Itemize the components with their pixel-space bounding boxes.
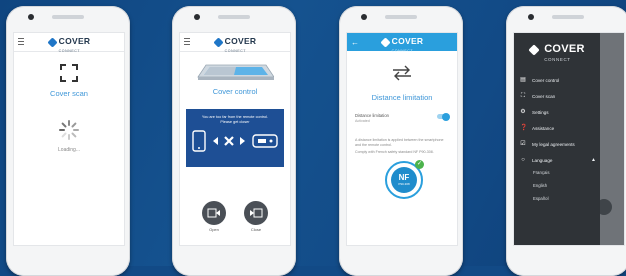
open-cover-icon xyxy=(207,208,220,218)
phone-distance-limitation: ← COVER CONNECT Distance limitation Dist… xyxy=(339,6,463,276)
distance-limitation-setting: Distance limitation Activated xyxy=(355,112,450,123)
speaker-grille xyxy=(552,15,584,19)
hamburger-menu-icon[interactable] xyxy=(18,38,24,45)
brand-logo: COVER CONNECT xyxy=(213,33,257,53)
checkbox-icon: ☑ xyxy=(520,141,526,147)
logo-mark-icon xyxy=(213,36,224,48)
brand-logo: COVER CONNECT xyxy=(528,39,585,62)
setting-label: Distance limitation xyxy=(355,113,389,118)
description-line-2: Comply with French safety standard NF P9… xyxy=(355,150,434,154)
pool-illustration-icon xyxy=(197,64,274,80)
scan-frame-icon xyxy=(60,64,78,82)
camera-dot xyxy=(194,14,200,20)
description-line-1: A distance limitation is applied between… xyxy=(355,138,444,147)
distance-limitation-toggle[interactable] xyxy=(437,112,450,121)
screen: COVER CONNECT Cover scan Loading... xyxy=(13,32,125,246)
pool-icon: ▤ xyxy=(520,77,526,83)
nf-badge-inner: NF P90-308 xyxy=(391,167,417,193)
screen: ← COVER CONNECT Distance limitation Dist… xyxy=(346,32,458,246)
hamburger-menu-icon[interactable] xyxy=(184,38,190,45)
brand-name: COVER xyxy=(544,42,585,55)
camera-dot xyxy=(361,14,367,20)
menu-item-legal-agreements[interactable]: ☑ My legal agreements xyxy=(520,141,575,147)
range-message-line1: You are too far from the remote control. xyxy=(201,115,269,119)
screen: COVER CONNECT ▤ Cover control ⛶ Cover sc… xyxy=(513,32,625,246)
scan-frame-icon: ⛶ xyxy=(520,93,526,99)
range-message-line2: Please get closer xyxy=(220,120,250,124)
swap-arrows-icon xyxy=(393,65,411,81)
smartphone-icon xyxy=(192,130,206,152)
chat-icon: ○ xyxy=(521,157,525,163)
out-of-range-panel: You are too far from the remote control.… xyxy=(186,109,284,167)
navigation-drawer: COVER CONNECT ▤ Cover control ⛶ Cover sc… xyxy=(514,33,600,245)
logo-mark-icon xyxy=(47,36,58,48)
drawer-brand-logo: COVER CONNECT xyxy=(514,33,600,67)
menu-item-assistance[interactable]: ❓ Assistance xyxy=(520,125,554,131)
brand-name: COVER xyxy=(391,36,424,46)
page-title: Cover scan xyxy=(50,89,88,98)
phone-cover-scan: COVER CONNECT Cover scan Loading... xyxy=(6,6,130,276)
gear-icon: ⚙ xyxy=(520,109,526,115)
brand-sub: CONNECT xyxy=(391,49,414,53)
brand-sub: CONNECT xyxy=(58,49,81,53)
menu-item-label: Language xyxy=(532,157,553,163)
checkmark-icon: ✓ xyxy=(415,160,424,169)
menu-item-settings[interactable]: ⚙ Settings xyxy=(520,109,549,115)
menu-item-cover-control[interactable]: ▤ Cover control xyxy=(520,77,559,83)
phone-cover-control: COVER CONNECT Cover control You are too … xyxy=(172,6,296,276)
brand-name: COVER xyxy=(58,36,91,46)
close-button[interactable] xyxy=(244,201,268,225)
language-option-francais[interactable]: Français xyxy=(533,170,549,175)
close-label: Close xyxy=(250,227,262,232)
camera-dot xyxy=(28,14,34,20)
open-label: Open xyxy=(209,227,219,232)
loading-text: Loading... xyxy=(58,147,80,153)
brand-logo: COVER CONNECT xyxy=(380,33,424,53)
camera-dot xyxy=(528,14,534,20)
speaker-grille xyxy=(218,15,250,19)
no-connection-icon xyxy=(213,136,245,146)
app-header: COVER CONNECT xyxy=(180,33,290,53)
screen: COVER CONNECT Cover control You are too … xyxy=(179,32,291,246)
speaker-grille xyxy=(385,15,417,19)
language-option-english[interactable]: English xyxy=(533,183,547,188)
remote-control-icon xyxy=(252,134,278,148)
help-icon: ❓ xyxy=(520,125,528,131)
menu-item-label: Cover control xyxy=(532,77,560,83)
app-bar: ← COVER CONNECT xyxy=(347,33,457,53)
menu-item-label: Cover scan xyxy=(532,93,556,99)
menu-item-language[interactable]: ○ Language ▲ xyxy=(520,157,596,163)
brand-name: COVER xyxy=(224,36,257,46)
page-title: Distance limitation xyxy=(371,93,433,102)
menu-item-label: Settings xyxy=(532,109,549,115)
connection-diagram xyxy=(186,130,284,152)
language-option-espanol[interactable]: Español xyxy=(533,196,549,201)
app-header: COVER CONNECT xyxy=(14,33,124,53)
back-arrow-icon[interactable]: ← xyxy=(351,38,359,47)
page-title: Cover control xyxy=(212,87,258,96)
nf-badge-sub: P90-308 xyxy=(398,182,410,186)
loading-spinner-icon xyxy=(59,120,79,140)
brand-sub: CONNECT xyxy=(544,56,571,62)
description: A distance limitation is applied between… xyxy=(355,138,449,155)
setting-status: Activated xyxy=(355,119,370,123)
brand-sub: CONNECT xyxy=(224,49,247,53)
brand-logo: COVER CONNECT xyxy=(47,33,91,53)
nf-badge-main: NF xyxy=(398,173,410,182)
speaker-grille xyxy=(52,15,84,19)
logo-mark-icon xyxy=(380,36,391,48)
open-button[interactable] xyxy=(202,201,226,225)
menu-item-label: My legal agreements xyxy=(532,141,575,147)
close-cover-icon xyxy=(250,208,263,218)
chevron-up-icon: ▲ xyxy=(591,157,596,163)
menu-item-label: Assistance xyxy=(532,125,555,131)
phone-navigation-drawer: COVER CONNECT ▤ Cover control ⛶ Cover sc… xyxy=(506,6,626,276)
logo-mark-icon xyxy=(528,44,540,56)
nf-certification-badge: NF P90-308 ✓ xyxy=(385,160,424,199)
menu-item-cover-scan[interactable]: ⛶ Cover scan xyxy=(520,93,555,99)
